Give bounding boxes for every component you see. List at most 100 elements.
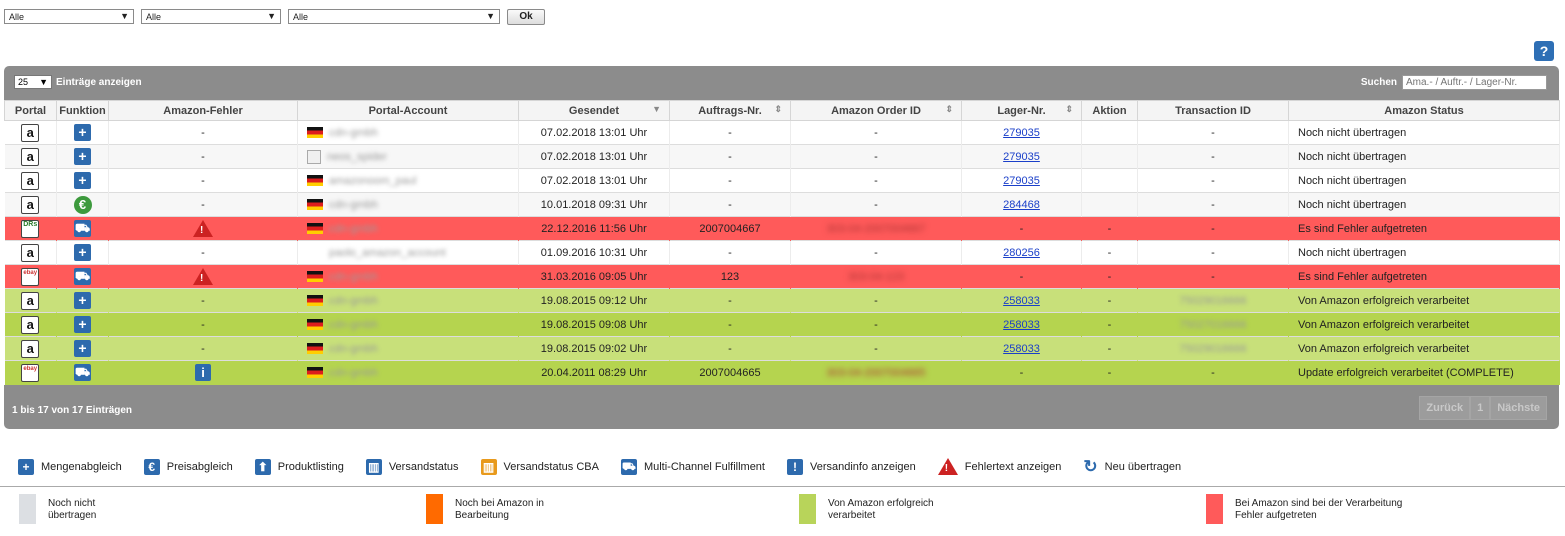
column-header[interactable]: Gesendet ▼	[518, 100, 670, 121]
column-header-label: Gesendet	[568, 104, 620, 117]
stock-number-link[interactable]: 279035	[1003, 151, 1040, 163]
amazon-order-id-cell: 303-04-2007004665	[790, 360, 962, 385]
amazon-order-id: 303-04-123	[847, 270, 905, 283]
germany-flag-icon	[307, 223, 323, 235]
column-header-label: Amazon Order ID	[831, 104, 921, 117]
amazon-error-value: -	[201, 174, 205, 187]
search-label: Suchen	[1360, 77, 1397, 88]
euro-icon: €	[143, 458, 160, 475]
ok-button[interactable]: Ok	[507, 9, 545, 25]
column-header[interactable]: Lager-Nr. ⇕	[961, 100, 1082, 121]
amazon-error-cell: i	[108, 360, 298, 385]
column-header-label: Portal-Account	[368, 104, 448, 117]
portal-account-cell: neos_spider	[297, 144, 519, 169]
amazon-error-cell: -	[108, 192, 298, 217]
amazon-order-id: -	[874, 198, 878, 211]
warning-icon[interactable]: !	[193, 268, 213, 285]
column-header-label: Auftrags-Nr.	[698, 104, 762, 117]
sent-cell: 20.04.2011 08:29 Uhr	[518, 360, 670, 385]
search-control: Suchen	[1361, 75, 1547, 90]
sent-date: 07.02.2018 13:01 Uhr	[540, 126, 648, 139]
stock-number-link[interactable]: 280256	[1003, 247, 1040, 259]
euro-icon[interactable]: €	[73, 195, 92, 214]
status-legend-item: Von Amazon erfolgreich verarbeitet	[799, 494, 934, 524]
transaction-id-cell: -	[1137, 240, 1289, 265]
filter-select-1[interactable]: Alle ▼	[4, 9, 134, 24]
order-number-cell: -	[669, 120, 791, 145]
help-icon[interactable]: ?	[1534, 41, 1554, 61]
portal-account-cell: cdn-gmbh	[297, 360, 519, 385]
amazon-status-cell: Noch nicht übertragen	[1288, 144, 1560, 169]
page-length-select[interactable]: 25 ▼	[14, 75, 52, 89]
order-number: 2007004665	[699, 366, 761, 379]
amazon-order-id: -	[874, 318, 878, 331]
column-header[interactable]: Amazon Order ID ⇕	[790, 100, 962, 121]
refresh-icon: ↻	[1083, 456, 1098, 476]
amazon-order-id: -	[874, 174, 878, 187]
filter-select-3[interactable]: Alle ▼	[288, 9, 500, 24]
legend-item: + Mengenabgleich	[18, 458, 122, 475]
transaction-id: -	[1211, 270, 1215, 283]
column-header[interactable]: Amazon Status	[1288, 100, 1560, 121]
amazon-error-cell: -	[108, 120, 298, 145]
action-value: -	[1107, 342, 1112, 355]
stock-number-link[interactable]: 258033	[1003, 295, 1040, 307]
plus-icon[interactable]: +	[74, 244, 91, 261]
plus-icon[interactable]: +	[74, 340, 91, 357]
column-header[interactable]: Funktion	[56, 100, 109, 121]
previous-page-button[interactable]: Zurück	[1419, 396, 1471, 420]
stock-number-link[interactable]: 258033	[1003, 319, 1040, 331]
warning-icon[interactable]: !	[193, 220, 213, 237]
transaction-id: 75029016666	[1179, 294, 1247, 307]
amazon-order-id: 303-04-2007004667	[826, 222, 926, 235]
function-cell: +	[56, 288, 109, 313]
order-number: -	[728, 174, 732, 187]
column-header[interactable]: Portal	[4, 100, 57, 121]
amazon-error-cell: -	[108, 168, 298, 193]
truck-icon[interactable]: ⛟	[74, 220, 91, 237]
stock-number-link[interactable]: 279035	[1003, 127, 1040, 139]
plus-icon[interactable]: +	[74, 292, 91, 309]
table-row: a + - paolo_amazon_account 01.09.2016 10:31 …	[4, 240, 1560, 265]
page-1-button[interactable]: 1	[1470, 396, 1491, 420]
column-header[interactable]: Transaction ID	[1137, 100, 1289, 121]
column-header[interactable]: Amazon-Fehler	[108, 100, 298, 121]
plus-icon[interactable]: +	[74, 148, 91, 165]
sent-cell: 19.08.2015 09:02 Uhr	[518, 336, 670, 361]
amazon-error-cell: -	[108, 336, 298, 361]
amazon-order-id-cell: 303-04-2007004667	[790, 216, 962, 241]
portal-account-name: cdn-gmbh	[329, 294, 378, 307]
action-value: -	[1107, 270, 1112, 283]
truck-icon[interactable]: ⛟	[74, 364, 91, 382]
action-value: -	[1107, 294, 1112, 307]
amazon-order-id-cell: 303-04-123	[790, 264, 962, 289]
order-number-cell: -	[669, 312, 791, 337]
amazon-status: Noch nicht übertragen	[1298, 198, 1407, 211]
info-icon[interactable]: i	[195, 364, 211, 382]
plus-icon[interactable]: +	[74, 316, 91, 333]
table-row: a + - neos_spider 07.02.2018 13:01 Uhr - - 2790…	[4, 144, 1560, 169]
column-header[interactable]: Portal-Account	[297, 100, 519, 121]
action-cell: -	[1081, 240, 1138, 265]
action-cell: -	[1081, 336, 1138, 361]
action-cell: -	[1081, 312, 1138, 337]
stock-number-link[interactable]: 279035	[1003, 175, 1040, 187]
sent-date: 31.03.2016 09:05 Uhr	[540, 270, 648, 283]
truck-icon[interactable]: ⛟	[74, 268, 91, 285]
legend-label: Versandinfo anzeigen	[809, 460, 916, 473]
column-header[interactable]: Aktion	[1081, 100, 1138, 121]
filter-select-2[interactable]: Alle ▼	[141, 9, 281, 24]
sent-cell: 10.01.2018 09:31 Uhr	[518, 192, 670, 217]
stock-number-link[interactable]: 284468	[1003, 199, 1040, 211]
stock-number-cell: 279035	[961, 168, 1082, 193]
plus-icon[interactable]: +	[74, 124, 91, 141]
portal-account-cell: cdn-gmbh	[297, 192, 519, 217]
amazon-order-id: -	[874, 294, 878, 307]
stock-number-link[interactable]: 258033	[1003, 343, 1040, 355]
column-header[interactable]: Auftrags-Nr. ⇕	[669, 100, 791, 121]
plus-icon[interactable]: +	[74, 172, 91, 189]
order-number: -	[728, 246, 732, 259]
sent-cell: 07.02.2018 13:01 Uhr	[518, 144, 670, 169]
search-input[interactable]	[1402, 75, 1547, 90]
next-page-button[interactable]: Nächste	[1490, 396, 1547, 420]
